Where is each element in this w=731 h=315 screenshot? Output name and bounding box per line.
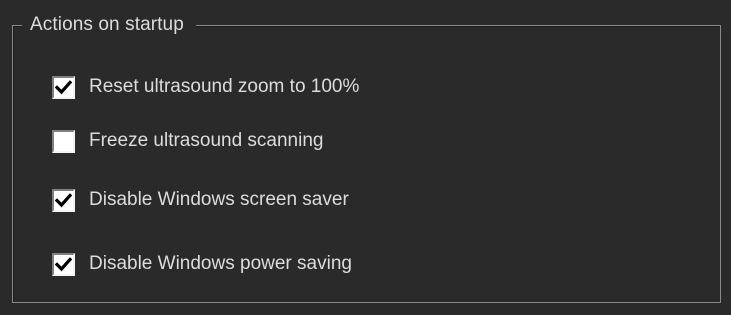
reset-zoom-label: Reset ultrasound zoom to 100% (89, 76, 360, 97)
checkmark-icon (55, 79, 72, 94)
disable-screensaver-checkbox[interactable] (52, 188, 75, 212)
freeze-scanning-label: Freeze ultrasound scanning (89, 130, 324, 151)
option-disable-power-saving[interactable]: Disable Windows power saving (52, 251, 352, 277)
freeze-scanning-checkbox[interactable] (52, 129, 75, 153)
disable-power-saving-label: Disable Windows power saving (89, 253, 352, 274)
startup-actions-panel: Actions on startup Reset ultrasound zoom… (0, 0, 731, 315)
reset-zoom-checkbox[interactable] (52, 75, 75, 99)
disable-screensaver-label: Disable Windows screen saver (89, 189, 349, 210)
checkmark-icon (55, 192, 72, 207)
option-freeze-scanning[interactable]: Freeze ultrasound scanning (52, 128, 323, 154)
checkmark-icon (55, 256, 72, 271)
option-disable-screensaver[interactable]: Disable Windows screen saver (52, 187, 349, 213)
option-reset-zoom[interactable]: Reset ultrasound zoom to 100% (52, 74, 359, 100)
disable-power-saving-checkbox[interactable] (52, 252, 75, 276)
groupbox-title: Actions on startup (22, 12, 196, 38)
settings-page: Actions on startup Reset ultrasound zoom… (0, 0, 731, 315)
